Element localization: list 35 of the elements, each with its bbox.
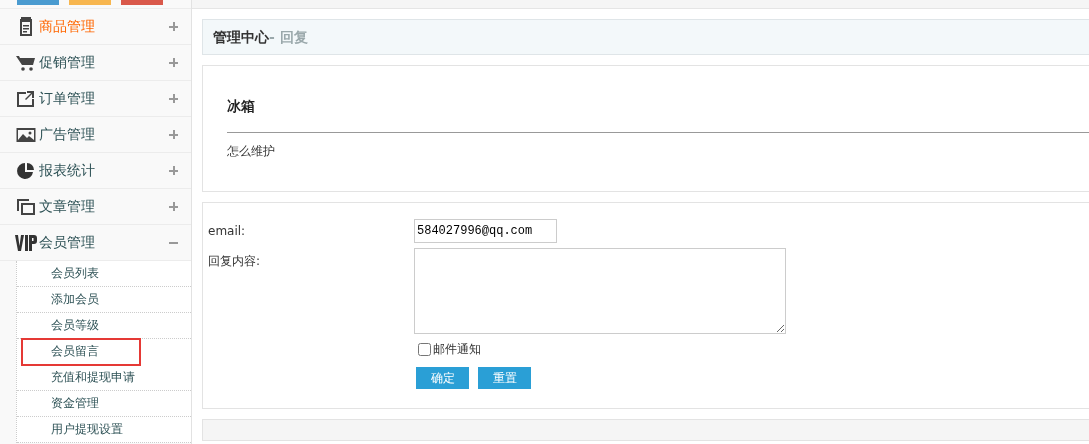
sidebar-item[interactable]: 广告管理: [0, 117, 191, 153]
expand-icon[interactable]: [169, 166, 178, 175]
share-icon: [16, 90, 36, 107]
expand-icon[interactable]: [169, 202, 178, 211]
notify-checkbox[interactable]: [418, 343, 431, 356]
reply-content-field[interactable]: [414, 248, 786, 334]
submenu-item[interactable]: 会员列表: [17, 261, 191, 287]
image-icon: [16, 126, 36, 143]
copy-icon: [16, 197, 36, 216]
submenu-item[interactable]: 添加会员: [17, 287, 191, 313]
sidebar-item[interactable]: 促销管理: [0, 45, 191, 81]
content-label: 回复内容:: [208, 253, 262, 270]
submenu-item[interactable]: 会员留言: [22, 339, 140, 365]
sidebar-item[interactable]: 文章管理: [0, 189, 191, 225]
submenu-item[interactable]: 用户提现设置: [17, 417, 191, 443]
vip-icon: [15, 233, 37, 252]
message-subject: 冰箱: [227, 98, 256, 116]
sidebar-item[interactable]: 订单管理: [0, 81, 191, 117]
sidebar-item[interactable]: 报表统计: [0, 153, 191, 189]
expand-icon[interactable]: [169, 58, 178, 67]
submenu-item[interactable]: 会员等级: [17, 313, 191, 339]
message-body: 怎么维护: [227, 143, 276, 160]
pie-chart-icon: [17, 161, 35, 180]
email-field[interactable]: 584027996@qq.com: [414, 219, 557, 243]
page-title: 管理中心: [213, 29, 269, 45]
expand-icon[interactable]: [169, 130, 178, 139]
submenu-item[interactable]: 充值和提现申请: [17, 365, 191, 391]
expand-icon[interactable]: [169, 94, 178, 103]
cart-icon: [16, 54, 36, 71]
email-label: email:: [208, 223, 247, 240]
expand-icon[interactable]: [169, 22, 178, 31]
notify-label: 邮件通知: [433, 341, 481, 358]
submenu-item[interactable]: 资金管理: [17, 391, 191, 417]
page-subtitle: - 回复: [269, 29, 308, 45]
notepad-icon: [19, 16, 33, 37]
